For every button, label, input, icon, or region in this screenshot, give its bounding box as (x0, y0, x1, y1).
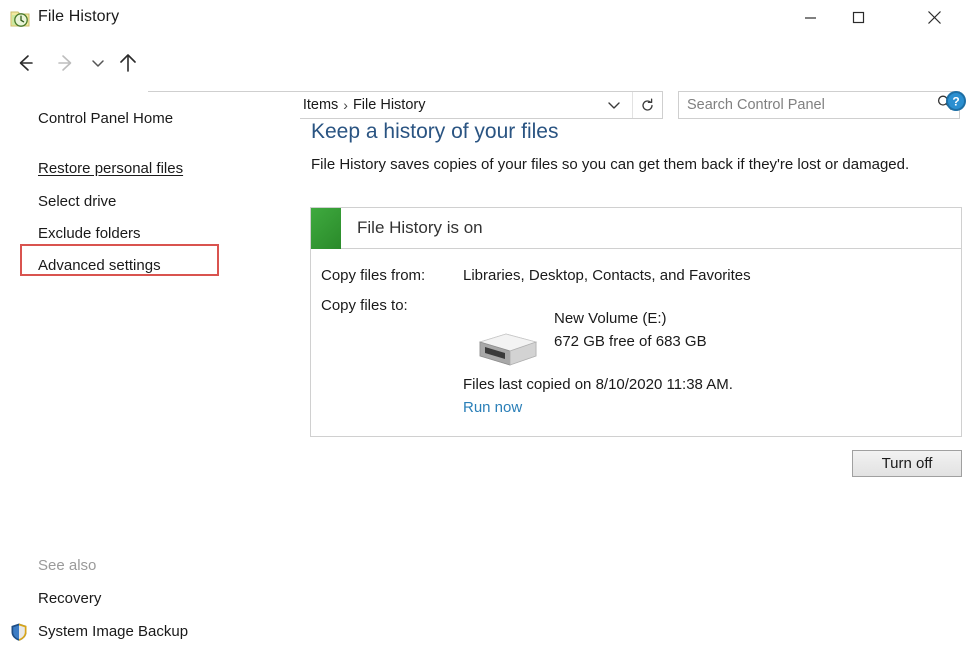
forward-arrow-icon (53, 50, 79, 76)
shield-icon (9, 622, 29, 642)
window-title: File History (38, 8, 119, 26)
navigation-bar: « All Control Panel Items › File History (0, 42, 975, 84)
minimize-icon[interactable] (787, 0, 833, 34)
drive-free-space: 672 GB free of 683 GB (554, 333, 707, 350)
copy-from-label: Copy files from: (321, 267, 425, 284)
status-header: File History is on (311, 208, 961, 249)
status-text: File History is on (357, 218, 483, 238)
close-icon[interactable] (911, 0, 957, 34)
file-history-icon (9, 8, 31, 30)
last-copied-text: Files last copied on 8/10/2020 11:38 AM. (463, 376, 733, 393)
external-drive-icon (466, 330, 538, 372)
run-now-link[interactable]: Run now (463, 399, 522, 416)
up-arrow-icon[interactable] (115, 50, 141, 76)
page-description: File History saves copies of your files … (311, 154, 911, 176)
status-panel: File History is on Copy files from: Libr… (310, 207, 962, 437)
page-title: Keep a history of your files (311, 120, 558, 144)
drive-name: New Volume (E:) (554, 310, 667, 327)
maximize-icon[interactable] (835, 0, 881, 34)
sidebar-item-recovery[interactable]: Recovery (38, 590, 101, 607)
copy-from-value: Libraries, Desktop, Contacts, and Favori… (463, 267, 751, 284)
main-content: Keep a history of your files File Histor… (300, 92, 975, 668)
see-also-label: See also (38, 557, 96, 574)
sidebar-item-select-drive[interactable]: Select drive (38, 193, 116, 210)
copy-to-label: Copy files to: (321, 297, 408, 314)
turn-off-button[interactable]: Turn off (852, 450, 962, 477)
title-bar: File History (0, 0, 975, 42)
sidebar-item-system-image-backup[interactable]: System Image Backup (38, 623, 188, 640)
chevron-down-icon[interactable] (88, 53, 108, 73)
sidebar-item-restore-personal-files[interactable]: Restore personal files (38, 160, 183, 177)
back-arrow-icon[interactable] (12, 50, 38, 76)
sidebar: Control Panel Home Restore personal file… (0, 92, 300, 668)
sidebar-item-exclude-folders[interactable]: Exclude folders (38, 225, 141, 242)
status-badge (311, 208, 341, 249)
sidebar-item-control-panel-home[interactable]: Control Panel Home (38, 110, 173, 127)
sidebar-item-advanced-settings[interactable]: Advanced settings (38, 257, 161, 274)
